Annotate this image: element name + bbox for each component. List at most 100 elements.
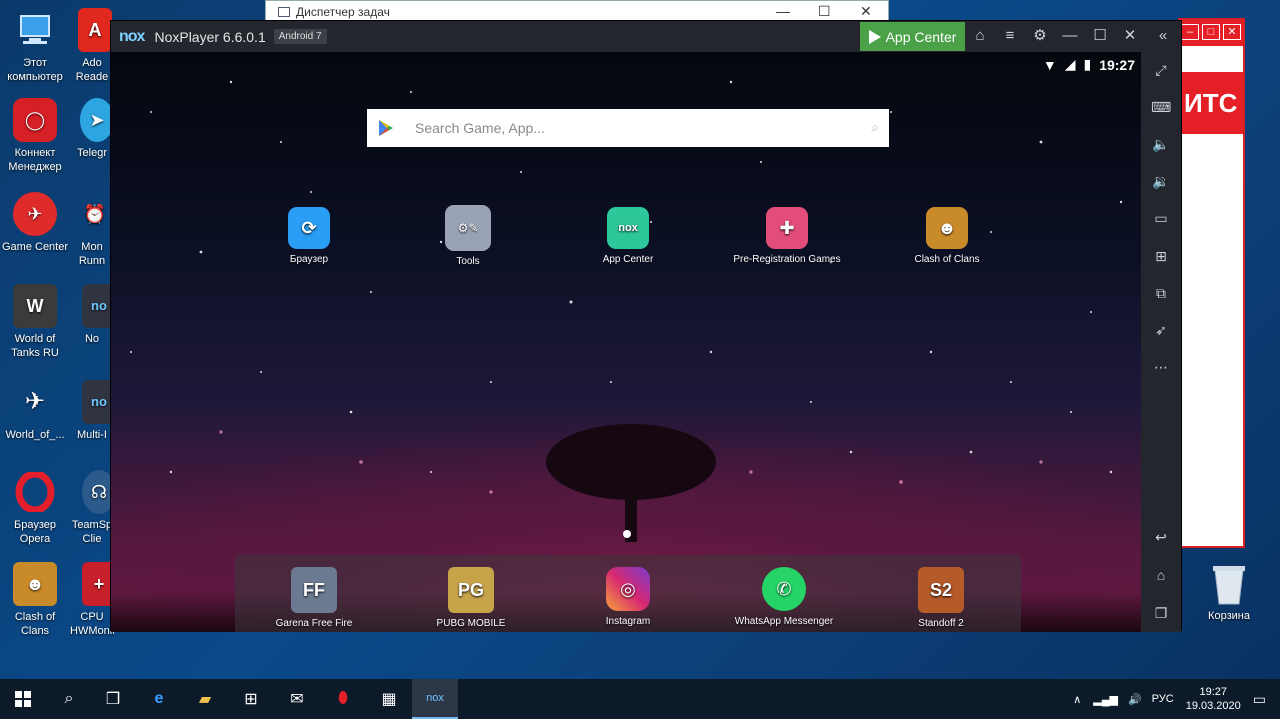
minimize-button[interactable]: — bbox=[1060, 26, 1080, 46]
shirt-theme-icon[interactable]: ⌂ bbox=[970, 26, 990, 46]
app-browser[interactable]: ⟳ Браузер bbox=[239, 207, 379, 265]
desktop-icon-label: Этот компьютер bbox=[7, 57, 63, 83]
task-manager-icon bbox=[278, 7, 290, 17]
collapse-sidebar-icon[interactable]: « bbox=[1153, 26, 1173, 46]
minimize-button[interactable]: – bbox=[1181, 24, 1199, 40]
app-pre-registration-games[interactable]: ✚ Pre-Registration Games bbox=[717, 207, 857, 265]
monitor-runner-icon: ⏰ bbox=[83, 204, 107, 224]
dock-app-free-fire[interactable]: FF Garena Free Fire bbox=[244, 567, 384, 629]
volume-up-icon[interactable]: 🔈 bbox=[1151, 134, 1171, 154]
rocket-icon[interactable]: ➶ bbox=[1151, 320, 1171, 340]
search-placeholder[interactable]: Search Game, App... bbox=[415, 120, 545, 136]
app-tools-folder[interactable]: ⚙✎ Tools bbox=[398, 205, 538, 267]
mts-connect-window[interactable]: – □ ✕ ИТС bbox=[1178, 18, 1245, 548]
app-label: Garena Free Fire bbox=[275, 618, 353, 629]
telegram-icon: ➤ bbox=[80, 98, 114, 142]
desktop-icon-hwmonitor[interactable]: + CPU HWMonit... bbox=[70, 562, 114, 638]
app-clash-of-clans[interactable]: ☻ Clash of Clans bbox=[877, 207, 1017, 265]
close-button[interactable]: ✕ bbox=[860, 3, 872, 20]
clash-of-clans-icon: ☻ bbox=[13, 562, 57, 606]
connect-manager-taskbar-icon[interactable]: ⬮ bbox=[320, 679, 366, 719]
desktop-icon-game-center[interactable]: ✈ Game Center bbox=[0, 192, 70, 254]
desktop-icon-connect-manager[interactable]: ◯ Коннект Менеджер bbox=[0, 98, 70, 174]
android-version-badge: Android 7 bbox=[273, 29, 327, 44]
multi-instance-icon[interactable]: ⧉ bbox=[1151, 283, 1171, 303]
clock[interactable]: 19:27 19.03.2020 bbox=[1186, 685, 1241, 713]
file-explorer-icon[interactable]: ▰ bbox=[182, 679, 228, 719]
desktop-icon-clash-of-clans[interactable]: ☻ Clash of Clans bbox=[0, 562, 70, 638]
task-view-icon[interactable]: ❒ bbox=[90, 679, 136, 719]
desktop-icon-label: CPU HWMonit... bbox=[70, 611, 114, 637]
task-manager-window[interactable]: Диспетчер задач — ☐ ✕ bbox=[265, 0, 889, 22]
screen-icon[interactable]: ▭ bbox=[1151, 208, 1171, 228]
clock-time: 19:27 bbox=[1199, 686, 1227, 698]
close-button[interactable]: ✕ bbox=[1223, 24, 1241, 40]
desktop-icon-label: Multi-I bbox=[77, 429, 107, 441]
desktop-icon-teamspeak[interactable]: ☊ TeamSp Clie bbox=[70, 470, 114, 546]
recent-apps-icon[interactable]: ❐ bbox=[1151, 603, 1171, 623]
task-manager-title: Диспетчер задач bbox=[296, 5, 390, 19]
app-label: App Center bbox=[602, 254, 654, 265]
volume-icon[interactable]: 🔊 bbox=[1128, 693, 1142, 706]
desktop-icon-nox[interactable]: no No bbox=[70, 284, 114, 346]
opera-icon bbox=[13, 470, 57, 514]
gear-icon[interactable]: ⚙ bbox=[1030, 26, 1050, 46]
search-icon[interactable]: ⌕ bbox=[46, 679, 92, 719]
more-icon[interactable]: ⋯ bbox=[1151, 357, 1171, 377]
dock-app-whatsapp[interactable]: ✆ WhatsApp Messenger bbox=[714, 567, 854, 627]
fullscreen-icon[interactable]: ⤢ bbox=[1151, 60, 1171, 80]
apk-install-icon[interactable]: ⊞ bbox=[1151, 246, 1171, 266]
app-label: WhatsApp Messenger bbox=[734, 616, 834, 627]
search-bar[interactable]: Search Game, App... ⌕ bbox=[367, 109, 889, 147]
desktop-icon-multi-instance[interactable]: no Multi-I bbox=[70, 380, 114, 442]
mail-icon[interactable]: ✉ bbox=[274, 679, 320, 719]
language-indicator[interactable]: РУС bbox=[1152, 693, 1174, 705]
desktop-icon-opera[interactable]: Браузер Opera bbox=[0, 470, 70, 546]
maximize-button[interactable]: □ bbox=[1202, 24, 1220, 40]
android-screen[interactable]: ▼ ◢ ▮ 19:27 Search Game, App... ⌕ ⟳ Брау… bbox=[111, 52, 1143, 632]
battery-icon: ▮ bbox=[1083, 56, 1092, 72]
app-center-button[interactable]: App Center bbox=[860, 22, 965, 51]
maximize-button[interactable]: ☐ bbox=[818, 3, 831, 20]
desktop-icon-monitor-runner[interactable]: ⏰ Mon Runn bbox=[70, 192, 114, 268]
app-app-center[interactable]: nox App Center bbox=[558, 207, 698, 265]
desktop-icon-telegram[interactable]: ➤ Telegr bbox=[70, 98, 114, 160]
show-hidden-icons-icon[interactable]: ∧ bbox=[1073, 693, 1081, 706]
nox-title-bar[interactable]: nox NoxPlayer 6.6.0.1 Android 7 App Cent… bbox=[111, 21, 1181, 52]
nox-app-title: NoxPlayer 6.6.0.1 bbox=[154, 28, 266, 45]
store-icon[interactable]: ⊞ bbox=[228, 679, 274, 719]
close-button[interactable]: ✕ bbox=[1120, 26, 1140, 46]
game-center-icon: ✈ bbox=[13, 192, 57, 236]
keyboard-mapping-icon[interactable]: ⌨ bbox=[1151, 97, 1171, 117]
wifi-icon: ▼ bbox=[1042, 56, 1057, 73]
minimize-button[interactable]: — bbox=[776, 3, 790, 19]
computer-icon bbox=[13, 8, 57, 52]
desktop-icon-label: World of Tanks RU bbox=[11, 333, 59, 359]
dock-app-instagram[interactable]: ◎ Instagram bbox=[558, 567, 698, 627]
task-manager-taskbar-icon[interactable]: ▦ bbox=[366, 679, 412, 719]
maximize-button[interactable]: ☐ bbox=[1090, 26, 1110, 46]
clock-date: 19.03.2020 bbox=[1185, 700, 1241, 712]
volume-down-icon[interactable]: 🔉 bbox=[1151, 171, 1171, 191]
noxplayer-window[interactable]: nox NoxPlayer 6.6.0.1 Android 7 App Cent… bbox=[110, 20, 1182, 632]
app-label: Instagram bbox=[605, 616, 651, 627]
notifications-icon[interactable]: ▭ bbox=[1253, 691, 1266, 708]
windows-start-button[interactable] bbox=[0, 679, 46, 719]
network-icon[interactable]: ▂▄▆ bbox=[1093, 693, 1118, 706]
instagram-icon: ◎ bbox=[606, 567, 650, 611]
noxplayer-taskbar-icon[interactable]: nox bbox=[412, 679, 458, 719]
edge-icon[interactable]: e bbox=[136, 679, 182, 719]
desktop-icon-this-computer[interactable]: Этот компьютер bbox=[0, 8, 70, 84]
world-of-warplanes-icon: ✈ bbox=[24, 388, 46, 415]
dock-app-standoff[interactable]: S2 Standoff 2 bbox=[871, 567, 1011, 629]
home-icon[interactable]: ⌂ bbox=[1151, 565, 1171, 585]
menu-icon[interactable]: ≡ bbox=[1000, 26, 1020, 46]
back-icon[interactable]: ↩ bbox=[1151, 527, 1171, 547]
desktop-icon-adobe-reader[interactable]: A Ado Reade bbox=[70, 8, 114, 84]
desktop-icon-label: Браузер Opera bbox=[14, 519, 56, 545]
dock-app-pubg[interactable]: PG PUBG MOBILE bbox=[401, 567, 541, 629]
desktop-icon-world-of-tanks[interactable]: W World of Tanks RU bbox=[0, 284, 70, 360]
desktop-icon-recycle-bin[interactable]: Корзина bbox=[1196, 562, 1262, 622]
desktop-icon-world-of-warplanes[interactable]: ✈ World_of_... bbox=[0, 380, 70, 442]
search-icon[interactable]: ⌕ bbox=[871, 119, 879, 136]
